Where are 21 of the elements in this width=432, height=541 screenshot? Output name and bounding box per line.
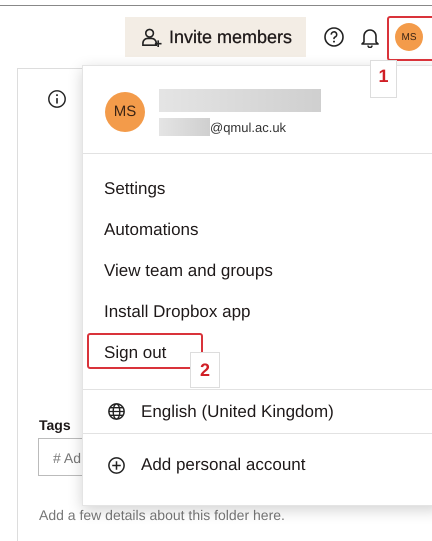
folder-description-hint: Add a few details about this folder here.	[39, 507, 285, 523]
callout-number: 2	[190, 352, 220, 388]
add-circle-icon	[107, 456, 126, 474]
tags-label: Tags	[39, 417, 71, 433]
menu-item[interactable]: Settings	[83, 168, 166, 209]
user-avatar[interactable]: MS	[395, 23, 423, 51]
redacted-email	[159, 118, 210, 136]
menu-item[interactable]: Sign out	[83, 332, 166, 373]
invite-members-button[interactable]: Invite members	[124, 17, 306, 57]
menu-item[interactable]: View team and groups	[83, 250, 273, 291]
callout-number: 1	[370, 60, 397, 98]
user-avatar: MS	[105, 92, 145, 132]
menu-item[interactable]: Automations	[83, 209, 198, 250]
bell-icon[interactable]	[359, 26, 381, 48]
menu-item[interactable]: English (United Kingdom)	[83, 390, 432, 433]
add-person-icon	[140, 26, 162, 48]
info-icon[interactable]	[47, 89, 67, 109]
globe-icon	[107, 402, 126, 421]
help-icon[interactable]	[323, 26, 345, 48]
user-email: @qmul.ac.uk	[210, 120, 286, 134]
menu-item[interactable]: Install Dropbox app	[83, 291, 250, 332]
